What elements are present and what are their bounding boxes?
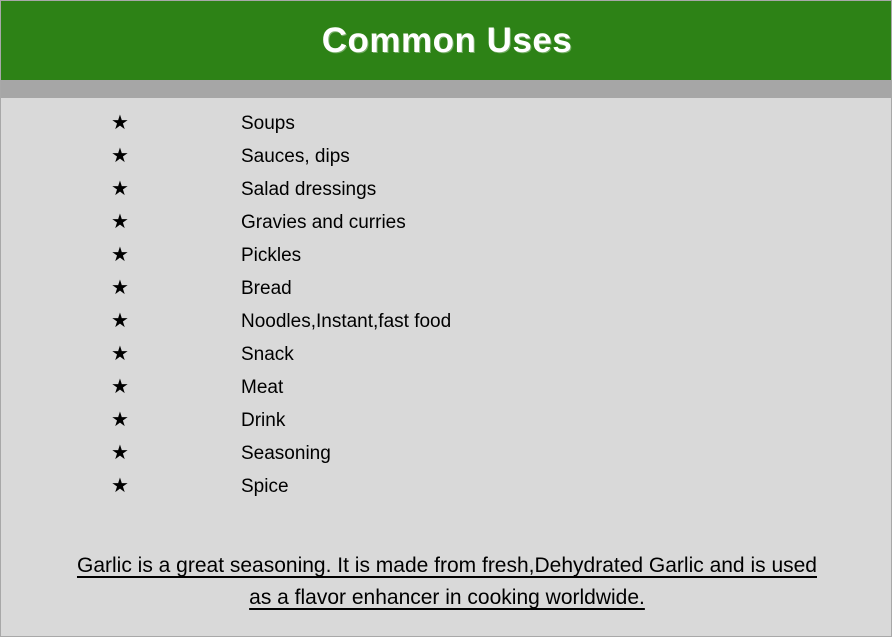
list-item: ★ Spice (1, 470, 891, 503)
list-item-label: Bread (241, 278, 292, 299)
list-item-label: Gravies and curries (241, 212, 406, 233)
list-item: ★ Drink (1, 404, 891, 437)
list-item-label: Meat (241, 377, 284, 398)
slide-common-uses: Common Uses ★ Soups ★ Sauces, dips ★ Sal… (0, 0, 892, 637)
list-item-label: Sauces, dips (241, 146, 350, 167)
star-icon: ★ (111, 475, 129, 497)
list-item: ★ Snack (1, 338, 891, 371)
header-banner: Common Uses (1, 1, 891, 80)
list-item-label: Noodles,Instant,fast food (241, 311, 452, 332)
star-icon: ★ (111, 442, 129, 464)
common-uses-list: ★ Soups ★ Sauces, dips ★ Salad dressings… (1, 107, 891, 503)
content-area: ★ Soups ★ Sauces, dips ★ Salad dressings… (1, 98, 891, 636)
footer-line-1: Garlic is a great seasoning. It is made … (76, 554, 817, 577)
list-item: ★ Bread (1, 272, 891, 305)
list-item-label: Salad dressings (241, 179, 377, 200)
footer-note: Garlic is a great seasoning. It is made … (1, 550, 891, 614)
list-item: ★ Soups (1, 107, 891, 140)
list-item-label: Pickles (241, 245, 302, 266)
list-item: ★ Meat (1, 371, 891, 404)
list-item-label: Spice (241, 476, 289, 497)
header-separator-bar (1, 80, 891, 98)
list-item: ★ Noodles,Instant,fast food (1, 305, 891, 338)
list-item: ★ Salad dressings (1, 173, 891, 206)
list-item: ★ Sauces, dips (1, 140, 891, 173)
list-item: ★ Seasoning (1, 437, 891, 470)
star-icon: ★ (111, 178, 129, 200)
list-item: ★ Gravies and curries (1, 206, 891, 239)
star-icon: ★ (111, 244, 129, 266)
star-icon: ★ (111, 145, 129, 167)
list-item-label: Soups (241, 113, 295, 134)
star-icon: ★ (111, 112, 129, 134)
page-title: Common Uses (321, 21, 573, 60)
star-icon: ★ (111, 409, 129, 431)
star-icon: ★ (111, 277, 129, 299)
star-icon: ★ (111, 211, 129, 233)
star-icon: ★ (111, 310, 129, 332)
footer-line-2: as a flavor enhancer in cooking worldwid… (249, 586, 645, 609)
list-item-label: Snack (241, 344, 294, 365)
list-item: ★ Pickles (1, 239, 891, 272)
star-icon: ★ (111, 343, 129, 365)
list-item-label: Seasoning (241, 443, 331, 464)
star-icon: ★ (111, 376, 129, 398)
list-item-label: Drink (241, 410, 286, 431)
